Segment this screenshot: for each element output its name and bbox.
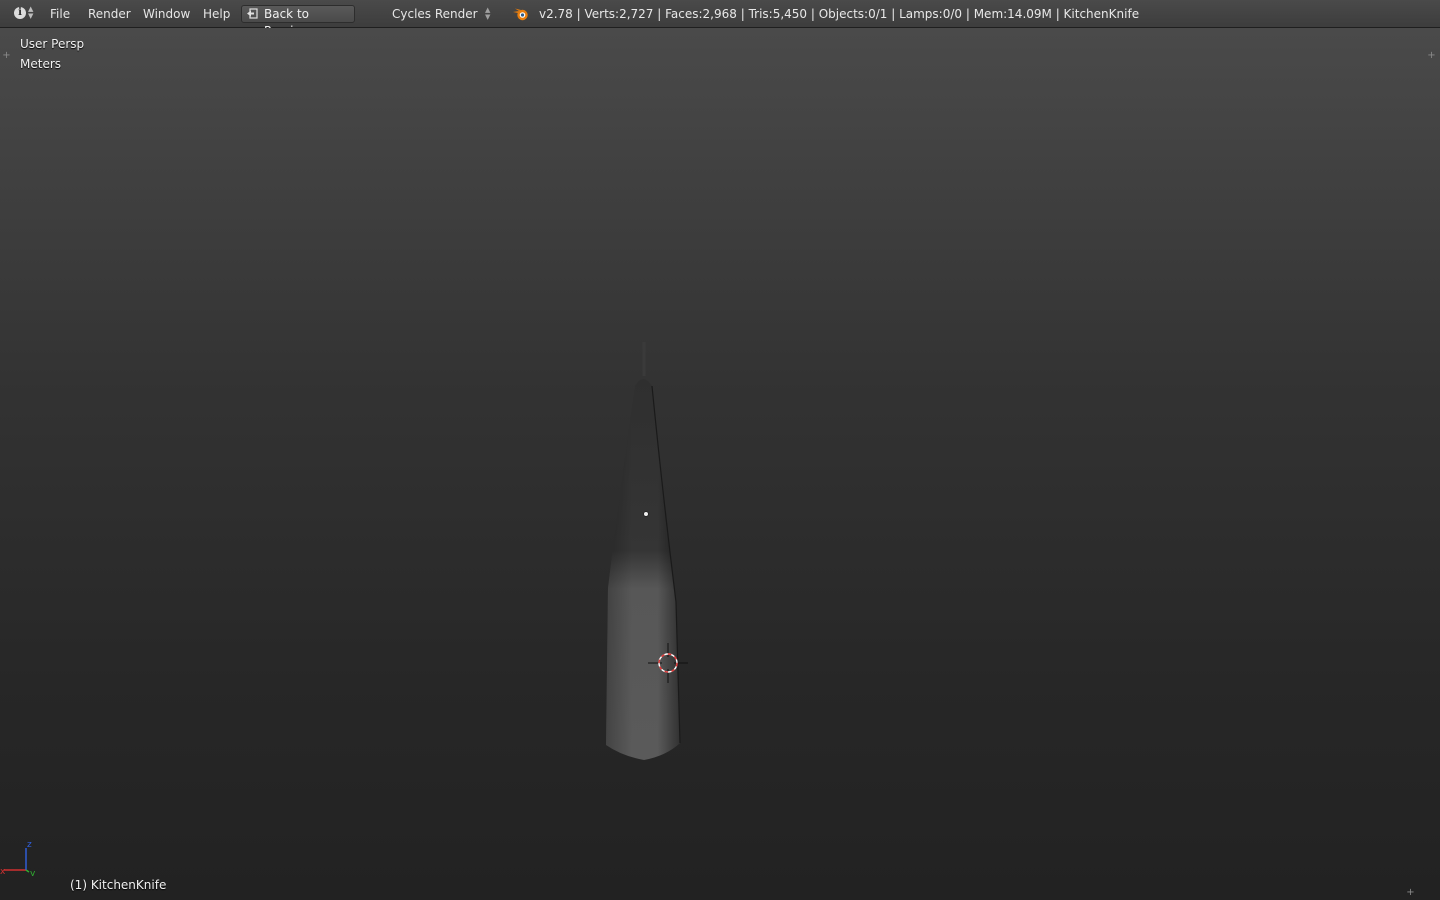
render-engine-select[interactable]: Cycles Render ▲ ▼ <box>385 5 497 23</box>
updown-arrows-icon: ▲ ▼ <box>485 6 491 21</box>
toolshelf-expand-icon[interactable]: + <box>2 51 11 61</box>
menu-help[interactable]: Help <box>203 0 230 28</box>
info-icon: i <box>14 7 26 19</box>
view-name: User Persp <box>20 37 85 51</box>
3d-viewport[interactable]: User Persp Meters + + + x y z (1) Kitche… <box>0 28 1440 900</box>
info-header: i ▲▼ File Render Window Help Back to Pre… <box>0 0 1440 38</box>
back-arrow-icon <box>247 8 258 19</box>
menu-render[interactable]: Render <box>88 0 131 28</box>
z-axis-label: z <box>27 840 32 850</box>
editor-type-selector[interactable]: i ▲ ▼ <box>12 6 36 22</box>
kitchen-knife-mesh[interactable] <box>590 338 700 778</box>
blender-logo-icon <box>513 8 528 21</box>
3d-cursor-icon <box>648 643 688 683</box>
back-to-previous-button[interactable]: Back to Previous <box>241 5 355 38</box>
view-axes-gizmo: x y z <box>0 840 36 876</box>
scene-stats: v2.78 | Verts:2,727 | Faces:2,968 | Tris… <box>539 7 1140 21</box>
menu-file[interactable]: File <box>50 0 70 28</box>
x-axis-label: x <box>0 867 6 876</box>
area-split-icon[interactable]: + <box>1406 888 1415 898</box>
render-engine-value: Cycles Render <box>392 7 478 21</box>
view-units: Meters <box>20 57 62 71</box>
updown-arrows-icon: ▲ ▼ <box>28 5 34 20</box>
active-object-info: (1) KitchenKnife <box>70 878 167 892</box>
menu-window[interactable]: Window <box>143 0 190 28</box>
properties-expand-icon[interactable]: + <box>1427 51 1436 61</box>
y-axis-label: y <box>30 869 36 876</box>
